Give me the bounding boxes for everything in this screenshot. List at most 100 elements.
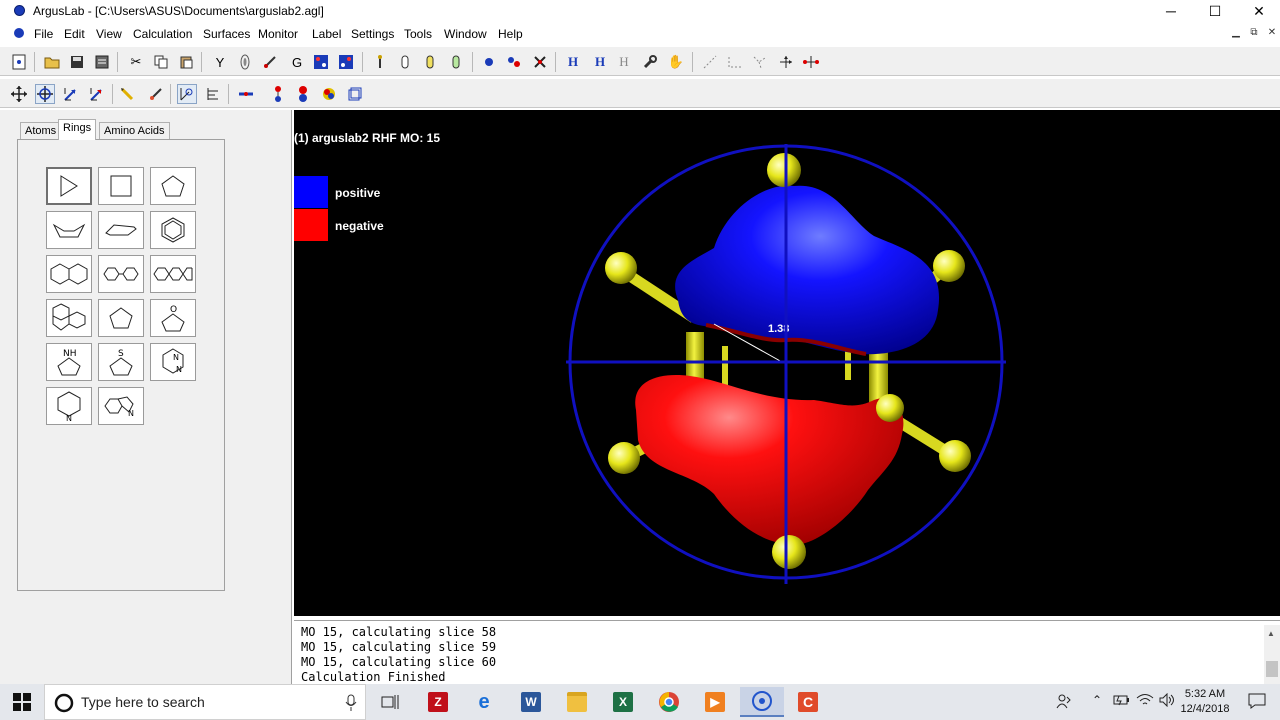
cut-icon[interactable]: ✂ <box>126 52 146 72</box>
print-setup-icon[interactable] <box>92 52 112 72</box>
taskbar-word[interactable]: W <box>509 687 553 717</box>
taskbar-chrome[interactable] <box>647 687 691 717</box>
output-scrollbar[interactable]: ▲ <box>1264 625 1280 684</box>
ring-square-button[interactable] <box>98 167 144 205</box>
menu-view[interactable]: View <box>96 27 122 41</box>
ring-pentagon-button[interactable] <box>150 167 196 205</box>
menu-calculation[interactable]: Calculation <box>133 27 192 41</box>
ball-stick-icon[interactable] <box>268 84 288 104</box>
taskbar-camtasia[interactable]: C <box>786 687 830 717</box>
mdi-close-button[interactable]: ✕ <box>1264 27 1280 41</box>
hide-hydrogens-icon[interactable]: H <box>590 52 610 72</box>
battery-icon[interactable] <box>1112 693 1130 710</box>
axes-icon[interactable] <box>776 52 796 72</box>
ring-cyclohexane-boat-button[interactable] <box>46 211 92 249</box>
add-hydrogens-icon[interactable]: H <box>563 52 583 72</box>
menu-tools[interactable]: Tools <box>404 27 432 41</box>
ring-thiophene-button[interactable]: S <box>98 343 144 381</box>
ring-pyrimidine-button[interactable]: NN <box>150 343 196 381</box>
molecule-viewport[interactable]: (1) arguslab2 RHF MO: 15 positive negati… <box>294 110 1280 616</box>
show-hydrogens-icon[interactable]: H <box>614 52 634 72</box>
cpk-style-icon[interactable] <box>293 84 313 104</box>
atom-blue-icon[interactable] <box>479 52 499 72</box>
translate-icon[interactable] <box>9 84 29 104</box>
wrench-icon[interactable] <box>640 52 660 72</box>
task-view-button[interactable] <box>368 687 412 717</box>
menu-file[interactable]: File <box>34 27 53 41</box>
volume-icon[interactable] <box>1158 692 1176 710</box>
document-icon[interactable] <box>14 28 24 38</box>
tab-atoms[interactable]: Atoms <box>20 122 62 140</box>
tab-amino-acids[interactable]: Amino Acids <box>99 122 170 140</box>
menu-window[interactable]: Window <box>444 27 487 41</box>
taskbar-excel[interactable]: X <box>601 687 645 717</box>
system-clock[interactable]: 5:32 AM 12/4/2018 <box>1178 687 1232 717</box>
ring-indole-button[interactable]: N <box>98 387 144 425</box>
measure-distance-icon[interactable] <box>700 52 720 72</box>
taskbar-filezilla[interactable]: Z <box>416 687 460 717</box>
taskbar-edge[interactable]: e <box>462 687 506 717</box>
ring-anthracene-button[interactable] <box>150 255 196 293</box>
color-brush-icon[interactable] <box>146 84 166 104</box>
zoom-icon[interactable] <box>61 84 81 104</box>
ring-cyclopentane-button[interactable] <box>98 299 144 337</box>
taskbar-arguslab[interactable] <box>740 687 784 717</box>
taskbar-file-explorer[interactable] <box>555 687 599 717</box>
box-view-icon[interactable] <box>345 84 365 104</box>
clip-icon[interactable] <box>87 84 107 104</box>
surface-cylinder-icon[interactable] <box>395 52 415 72</box>
ring-biphenyl-button[interactable] <box>98 255 144 293</box>
surface-yellow-icon[interactable] <box>420 52 440 72</box>
measure-angle-icon[interactable] <box>725 52 745 72</box>
tab-rings[interactable]: Rings <box>58 119 97 140</box>
ring-benzene-button[interactable] <box>150 211 196 249</box>
qm-calc-icon[interactable] <box>311 52 331 72</box>
minimize-button[interactable]: ─ <box>1148 0 1194 24</box>
copy-icon[interactable] <box>151 52 171 72</box>
surface-stick-icon[interactable] <box>370 52 390 72</box>
taskbar-media-player[interactable]: ▶ <box>693 687 737 717</box>
surface-green-icon[interactable] <box>446 52 466 72</box>
ring-naphthalene-button[interactable] <box>46 255 92 293</box>
mm-calc-icon[interactable] <box>336 52 356 72</box>
mdi-minimize-button[interactable]: ▁ <box>1228 27 1244 41</box>
show-hidden-icons-chevron-up-icon[interactable]: ⌃ <box>1092 693 1102 707</box>
menu-surfaces[interactable]: Surfaces <box>203 27 250 41</box>
hand-tool-icon[interactable]: ✋ <box>666 52 686 72</box>
start-button[interactable] <box>0 687 44 717</box>
scroll-up-arrow-icon[interactable]: ▲ <box>1267 629 1275 638</box>
people-icon[interactable] <box>1056 693 1072 712</box>
ring-cyclohexane-chair-button[interactable] <box>98 211 144 249</box>
atom-pair-icon[interactable] <box>504 52 524 72</box>
mdi-restore-button[interactable]: ⧉ <box>1246 27 1262 41</box>
new-file-icon[interactable] <box>9 52 29 72</box>
action-center-icon[interactable] <box>1248 693 1266 712</box>
delete-atoms-icon[interactable] <box>530 52 550 72</box>
guess-geometry-icon[interactable]: G <box>287 52 307 72</box>
menu-edit[interactable]: Edit <box>64 27 85 41</box>
ring-pyridine-button[interactable]: N <box>46 387 92 425</box>
ring-triangle-button[interactable] <box>46 167 92 205</box>
output-log[interactable]: MO 15, calculating slice 58 MO 15, calcu… <box>294 620 1280 684</box>
menu-settings[interactable]: Settings <box>351 27 394 41</box>
ring-pyrrole-button[interactable]: NH <box>46 343 92 381</box>
ring-furan-button[interactable]: O <box>150 299 196 337</box>
scroll-thumb[interactable] <box>1266 661 1278 677</box>
close-button[interactable]: ✕ <box>1236 0 1280 24</box>
taskbar-search-box[interactable]: Type here to search <box>44 684 366 720</box>
open-folder-icon[interactable] <box>42 52 62 72</box>
measure-dihedral-icon[interactable] <box>750 52 770 72</box>
reset-view-icon[interactable] <box>801 52 821 72</box>
menu-label[interactable]: Label <box>312 27 341 41</box>
orbital-shape-icon[interactable] <box>235 52 255 72</box>
paste-icon[interactable] <box>176 52 196 72</box>
save-icon[interactable] <box>67 52 87 72</box>
select-tree-icon[interactable] <box>203 84 223 104</box>
ring-phenanthrene-button[interactable] <box>46 299 92 337</box>
wifi-icon[interactable] <box>1136 693 1154 710</box>
stick-style-icon[interactable] <box>236 84 256 104</box>
pointer-select-icon[interactable] <box>177 84 197 104</box>
menu-monitor[interactable]: Monitor <box>258 27 298 41</box>
maximize-button[interactable]: ☐ <box>1192 0 1238 24</box>
menu-help[interactable]: Help <box>498 27 523 41</box>
